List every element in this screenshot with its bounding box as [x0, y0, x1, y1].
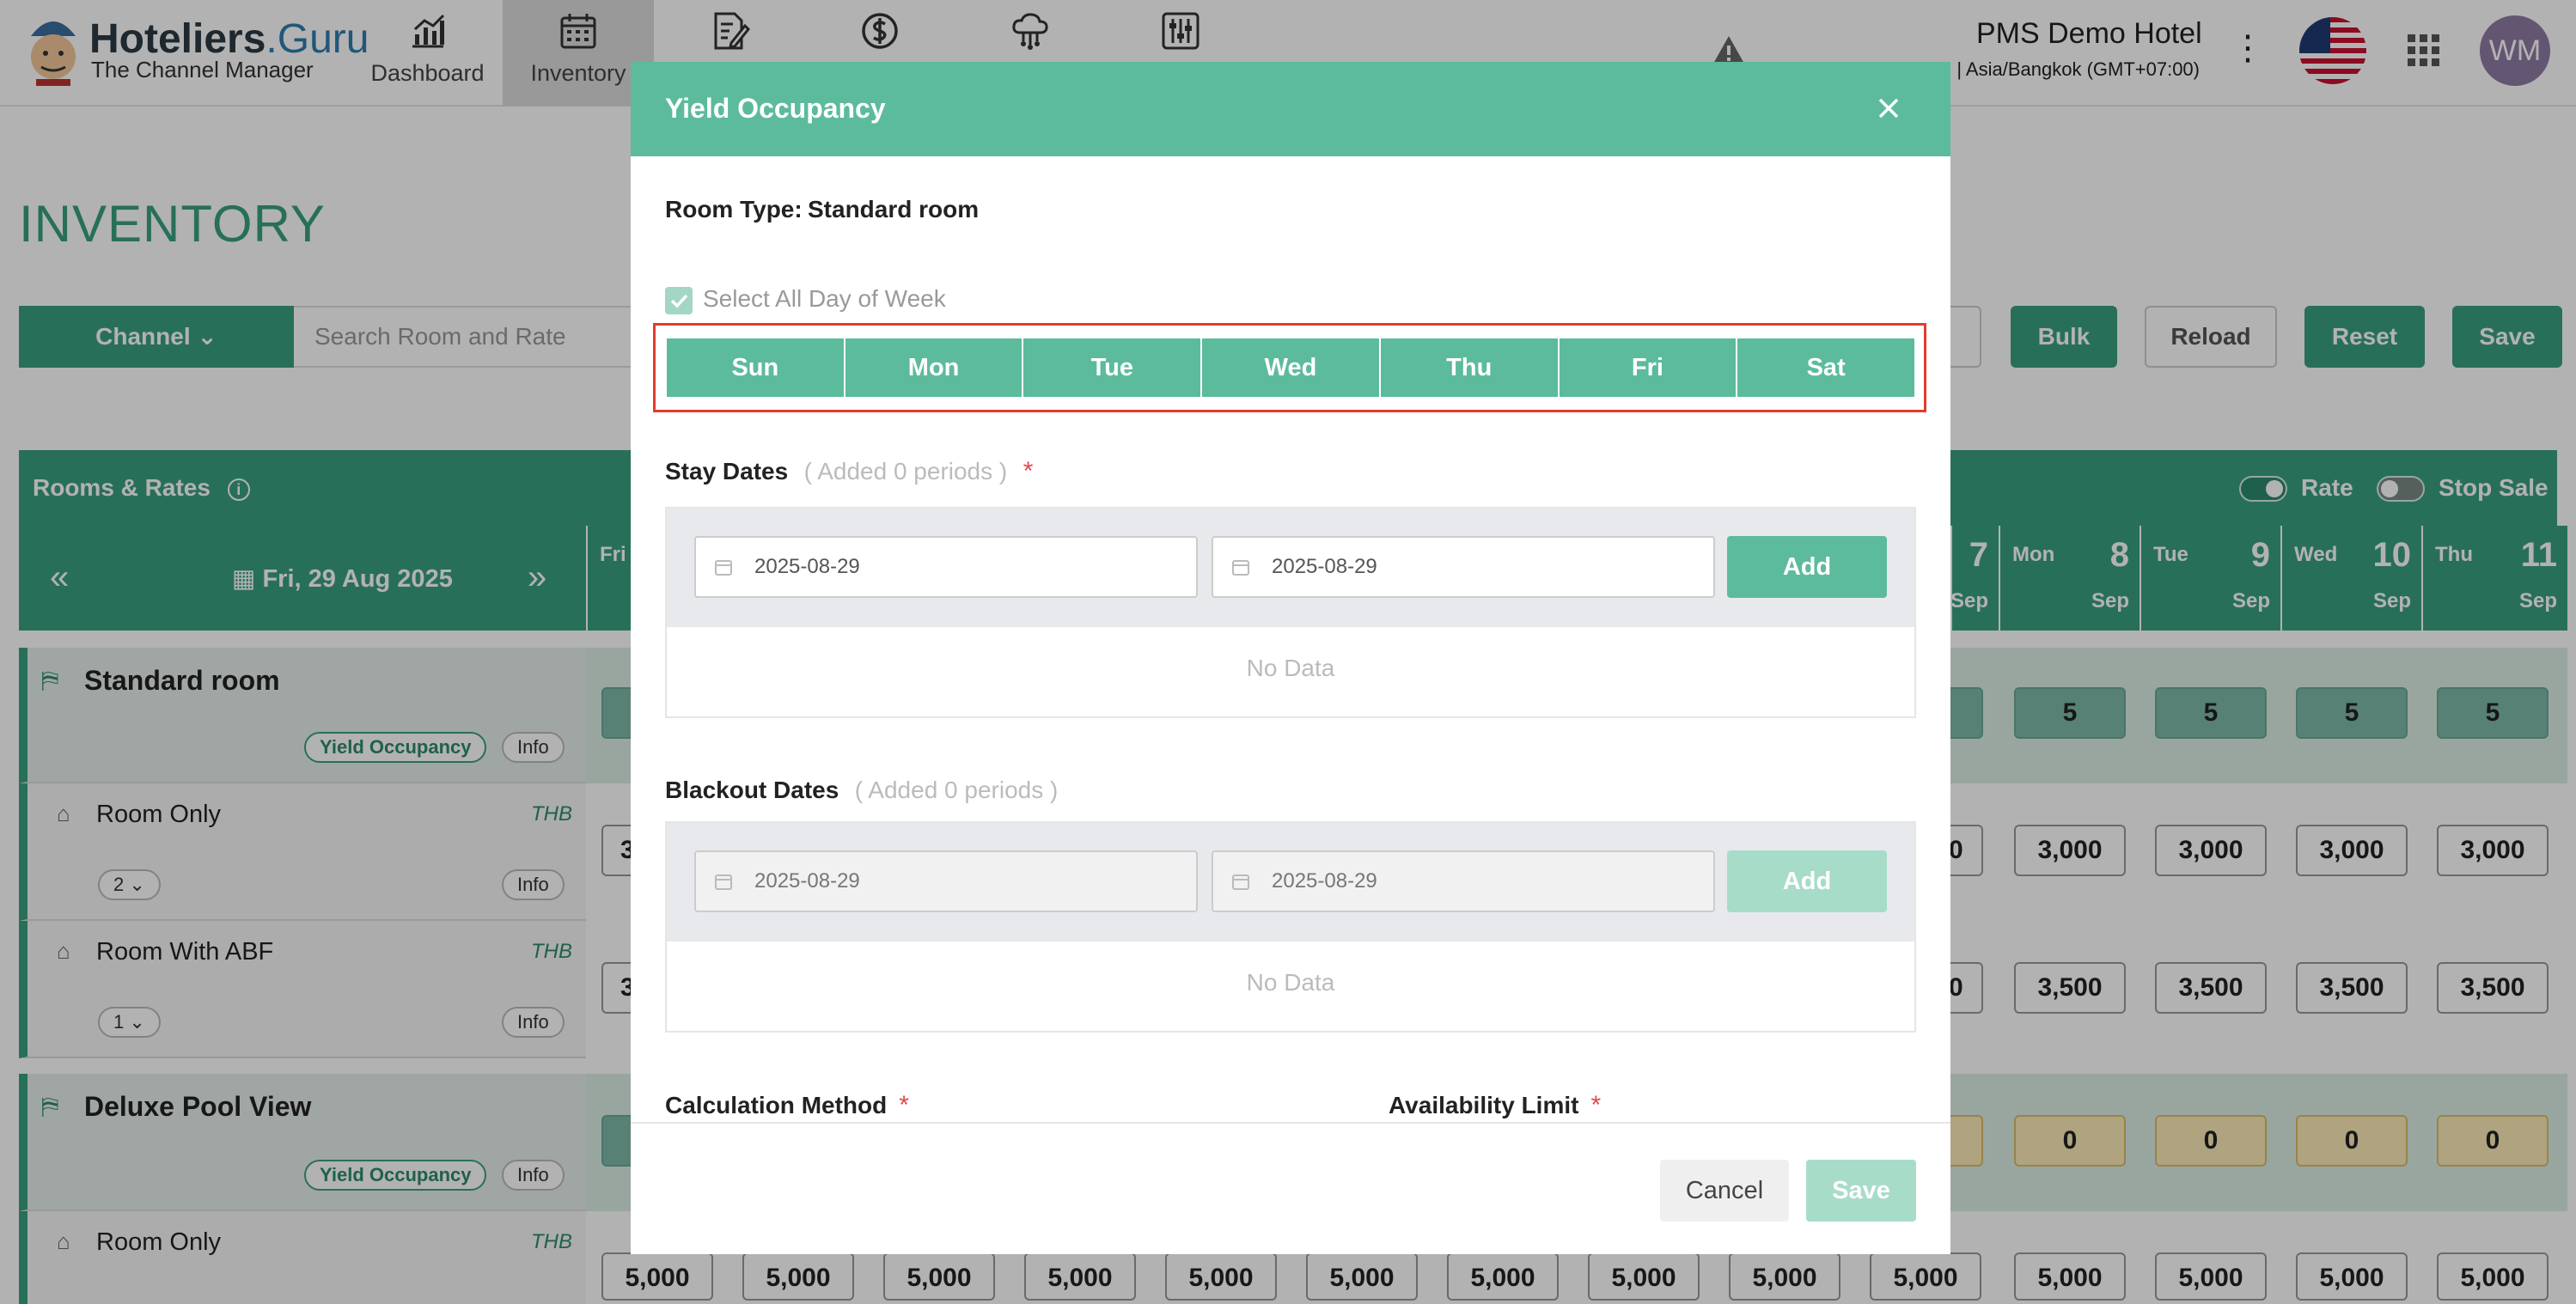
stay-dates-panel: 2025-08-29 2025-08-29 Add No Data — [665, 507, 1916, 718]
stay-dates-empty: No Data — [1246, 655, 1335, 681]
cancel-button[interactable]: Cancel — [1660, 1160, 1789, 1222]
add-blackout-date-button[interactable]: Add — [1727, 850, 1887, 912]
stay-date-from-input[interactable]: 2025-08-29 — [694, 536, 1198, 598]
blackout-date-to-input[interactable]: 2025-08-29 — [1212, 850, 1715, 912]
calculation-method-label: Calculation Method * — [665, 1091, 909, 1119]
day-tue-button[interactable]: Tue — [1023, 338, 1201, 397]
day-fri-button[interactable]: Fri — [1559, 338, 1737, 397]
blackout-dates-panel: 2025-08-29 2025-08-29 Add No Data — [665, 821, 1916, 1033]
availability-limit-label: Availability Limit * — [1389, 1091, 1602, 1119]
add-stay-date-button[interactable]: Add — [1727, 536, 1887, 598]
day-sun-button[interactable]: Sun — [667, 338, 844, 397]
day-mon-button[interactable]: Mon — [845, 338, 1022, 397]
calendar-input-icon — [1232, 560, 1249, 576]
blackout-date-from-input[interactable]: 2025-08-29 — [694, 850, 1198, 912]
dialog-save-button[interactable]: Save — [1806, 1160, 1916, 1222]
day-thu-button[interactable]: Thu — [1380, 338, 1558, 397]
room-type-value: Standard room — [808, 196, 980, 222]
select-all-days-checkbox[interactable] — [665, 287, 693, 314]
blackout-dates-heading: Blackout Dates ( Added 0 periods ) — [665, 777, 1059, 803]
checkmark-icon — [670, 294, 688, 308]
stay-dates-heading: Stay Dates ( Added 0 periods ) * — [665, 457, 1034, 485]
required-mark: * — [1022, 457, 1034, 485]
select-all-days-label: Select All Day of Week — [703, 285, 946, 312]
required-mark: * — [1590, 1091, 1602, 1119]
dialog-title: Yield Occupancy — [665, 93, 886, 124]
stay-dates-count: ( Added 0 periods ) — [803, 458, 1008, 484]
blackout-dates-count: ( Added 0 periods ) — [854, 777, 1059, 803]
dialog-footer-divider — [631, 1122, 1950, 1124]
blackout-dates-empty: No Data — [1246, 969, 1335, 996]
required-mark: * — [899, 1091, 909, 1119]
room-type-label: Room Type: — [665, 196, 803, 222]
calendar-input-icon — [715, 560, 732, 576]
day-wed-button[interactable]: Wed — [1202, 338, 1379, 397]
yield-occupancy-dialog: Yield Occupancy Room Type: Standard room… — [631, 62, 1950, 1254]
calendar-input-icon — [715, 874, 732, 890]
stay-date-to-input[interactable]: 2025-08-29 — [1212, 536, 1715, 598]
day-sat-button[interactable]: Sat — [1737, 338, 1915, 397]
day-of-week-selector: Sun Mon Tue Wed Thu Fri Sat — [667, 338, 1915, 397]
close-icon[interactable] — [1870, 89, 1908, 127]
calendar-input-icon — [1232, 874, 1249, 890]
